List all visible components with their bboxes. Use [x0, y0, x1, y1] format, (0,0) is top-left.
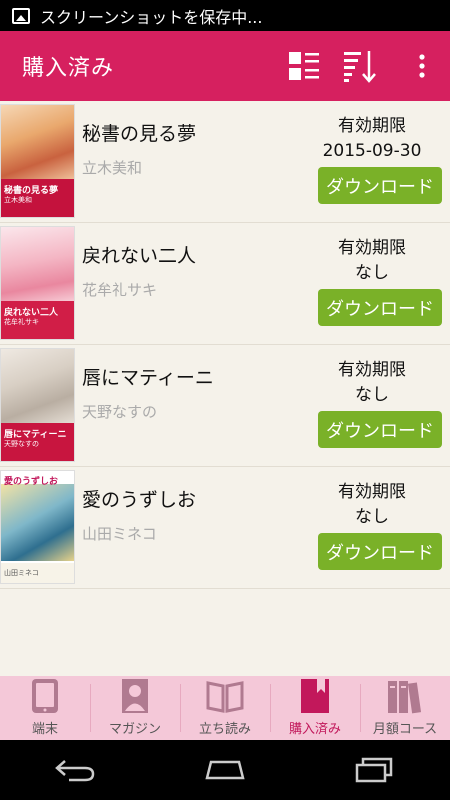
system-nav-bar — [0, 740, 450, 800]
cover-author: 花牟礼サキ — [4, 317, 39, 326]
tab-monthly-course[interactable]: 月額コース — [360, 676, 450, 740]
expiry-value: なし — [355, 507, 389, 527]
expiry-label: 有効期限 — [338, 360, 406, 380]
app-bar: 購入済み — [0, 31, 450, 101]
back-icon[interactable] — [45, 750, 105, 790]
list-view-icon[interactable] — [284, 46, 324, 86]
more-options-icon[interactable] — [402, 46, 442, 86]
cover-author: 天野なすの — [4, 439, 39, 448]
bookshelf-icon — [386, 676, 424, 716]
tab-purchased[interactable]: 購入済み — [270, 676, 360, 740]
expiry-value: 2015-09-30 — [322, 141, 422, 161]
book-row[interactable]: 唇にマティーニ 天野なすの 唇にマティーニ 天野なすの 有効期限 なし ダウンロ… — [0, 345, 450, 467]
tab-magazine[interactable]: マガジン — [90, 676, 180, 740]
cover-author: 山田ミネコ — [4, 569, 39, 578]
download-button[interactable]: ダウンロード — [318, 411, 442, 448]
book-row[interactable]: 戻れない二人 花牟礼サキ 戻れない二人 花牟礼サキ 有効期限 なし ダウンロード — [0, 223, 450, 345]
tab-preview[interactable]: 立ち読み — [180, 676, 270, 740]
download-button[interactable]: ダウンロード — [318, 289, 442, 326]
expiry-value: なし — [355, 263, 389, 283]
book-author: 山田ミネコ — [82, 525, 157, 543]
book-title: 秘書の見る夢 — [82, 123, 197, 145]
status-notification: スクリーンショットを保存中... — [40, 7, 263, 27]
book-cover[interactable]: 愛のうずしお 山田ミネコ — [0, 470, 75, 584]
tab-label: 立ち読み — [198, 722, 251, 737]
book-title: 唇にマティーニ — [82, 367, 214, 389]
book-author: 花牟礼サキ — [82, 281, 158, 299]
download-button[interactable]: ダウンロード — [318, 533, 442, 570]
tab-device[interactable]: 端末 — [0, 676, 90, 740]
image-icon — [12, 7, 30, 24]
tablet-icon — [30, 676, 60, 716]
magazine-icon — [120, 676, 150, 716]
recent-apps-icon[interactable] — [345, 750, 405, 790]
tab-label: 端末 — [31, 722, 58, 737]
expiry-info: 有効期限 なし — [312, 358, 432, 408]
expiry-label: 有効期限 — [338, 482, 406, 502]
purchased-book-list: 秘書の見る夢 立木美和 秘書の見る夢 立木美和 有効期限 2015-09-30 … — [0, 101, 450, 589]
home-icon[interactable] — [195, 750, 255, 790]
book-cover[interactable]: 戻れない二人 花牟礼サキ — [0, 226, 75, 340]
status-bar: スクリーンショットを保存中... — [0, 0, 450, 31]
expiry-label: 有効期限 — [338, 238, 406, 258]
book-author: 立木美和 — [82, 159, 143, 177]
page-title: 購入済み — [22, 56, 115, 81]
tab-label: 月額コース — [372, 722, 438, 737]
expiry-label: 有効期限 — [338, 116, 406, 136]
download-button[interactable]: ダウンロード — [318, 167, 442, 204]
tab-label: マガジン — [108, 722, 161, 737]
book-row[interactable]: 愛のうずしお 山田ミネコ 愛のうずしお 山田ミネコ 有効期限 なし ダウンロード — [0, 467, 450, 589]
cover-title: 愛のうずしお — [4, 477, 59, 488]
bottom-tab-bar: 端末 マガジン 立ち読み 購入済み 月額コース — [0, 676, 450, 740]
expiry-info: 有効期限 なし — [312, 480, 432, 530]
book-row[interactable]: 秘書の見る夢 立木美和 秘書の見る夢 立木美和 有効期限 2015-09-30 … — [0, 101, 450, 223]
expiry-value: なし — [355, 385, 389, 405]
sort-icon[interactable] — [340, 46, 380, 86]
book-cover[interactable]: 唇にマティーニ 天野なすの — [0, 348, 75, 462]
book-title: 戻れない二人 — [82, 245, 197, 267]
book-cover[interactable]: 秘書の見る夢 立木美和 — [0, 104, 75, 218]
expiry-info: 有効期限 なし — [312, 236, 432, 286]
open-book-icon — [205, 676, 245, 716]
cover-author: 立木美和 — [4, 195, 32, 204]
expiry-info: 有効期限 2015-09-30 — [312, 114, 432, 164]
tab-label: 購入済み — [288, 722, 341, 737]
bookmark-book-icon — [299, 676, 331, 716]
book-author: 天野なすの — [82, 403, 158, 421]
book-title: 愛のうずしお — [82, 489, 197, 511]
